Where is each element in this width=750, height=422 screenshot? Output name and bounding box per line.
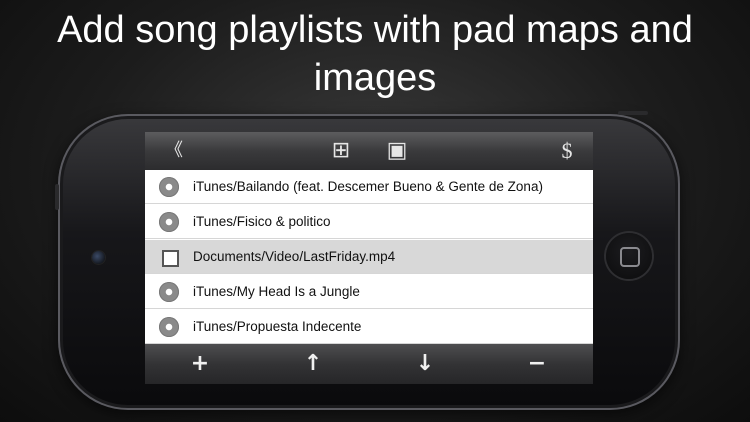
app-screen: 《 ⊞ ▣ $ iTunes/Bailando (feat. Descemer …: [145, 132, 593, 384]
home-square-icon: [620, 247, 640, 267]
list-item-label: iTunes/My Head Is a Jungle: [193, 284, 360, 299]
arrow-up-icon: ↑: [303, 351, 323, 376]
remove-button[interactable]: −: [522, 349, 552, 379]
disc-icon: [159, 212, 179, 232]
move-up-button[interactable]: ↑: [298, 349, 328, 379]
square-frame-icon: ▣: [386, 138, 408, 163]
disc-icon: [159, 282, 179, 302]
playlist-list: iTunes/Bailando (feat. Descemer Bueno & …: [145, 170, 593, 344]
home-button[interactable]: [606, 233, 652, 279]
power-button: [618, 111, 648, 115]
bottom-toolbar: + ↑ ↓ −: [145, 344, 593, 384]
frame-view-button[interactable]: ▣: [382, 136, 412, 166]
add-button[interactable]: +: [185, 349, 215, 379]
phone-device: 《 ⊞ ▣ $ iTunes/Bailando (feat. Descemer …: [55, 111, 680, 410]
list-item-label: iTunes/Fisico & politico: [193, 214, 331, 229]
dollar-icon: $: [561, 138, 573, 163]
list-item[interactable]: iTunes/Bailando (feat. Descemer Bueno & …: [145, 170, 593, 204]
list-item[interactable]: iTunes/Propuesta Indecente: [145, 310, 593, 344]
list-item[interactable]: iTunes/Fisico & politico: [145, 205, 593, 239]
top-toolbar: 《 ⊞ ▣ $: [145, 132, 593, 170]
front-camera: [92, 251, 105, 264]
list-item[interactable]: iTunes/My Head Is a Jungle: [145, 275, 593, 309]
list-item-label: iTunes/Propuesta Indecente: [193, 319, 362, 334]
grid-icon: ⊞: [331, 138, 351, 163]
back-button[interactable]: 《: [159, 136, 189, 166]
chevron-left-icon: 《: [165, 140, 183, 161]
video-file-icon: [162, 250, 179, 267]
volume-button: [55, 184, 59, 210]
promo-headline: Add song playlists with pad maps and ima…: [57, 9, 693, 99]
plus-icon: +: [190, 351, 210, 376]
arrow-down-icon: ↓: [415, 351, 435, 376]
list-item-selected[interactable]: Documents/Video/LastFriday.mp4: [145, 240, 593, 274]
disc-icon: [159, 317, 179, 337]
grid-view-button[interactable]: ⊞: [326, 136, 356, 166]
list-item-label: Documents/Video/LastFriday.mp4: [193, 249, 396, 264]
disc-icon: [159, 177, 179, 197]
list-item-label: iTunes/Bailando (feat. Descemer Bueno & …: [193, 179, 543, 194]
purchase-button[interactable]: $: [553, 136, 581, 166]
move-down-button[interactable]: ↓: [410, 349, 440, 379]
minus-icon: −: [527, 351, 547, 376]
